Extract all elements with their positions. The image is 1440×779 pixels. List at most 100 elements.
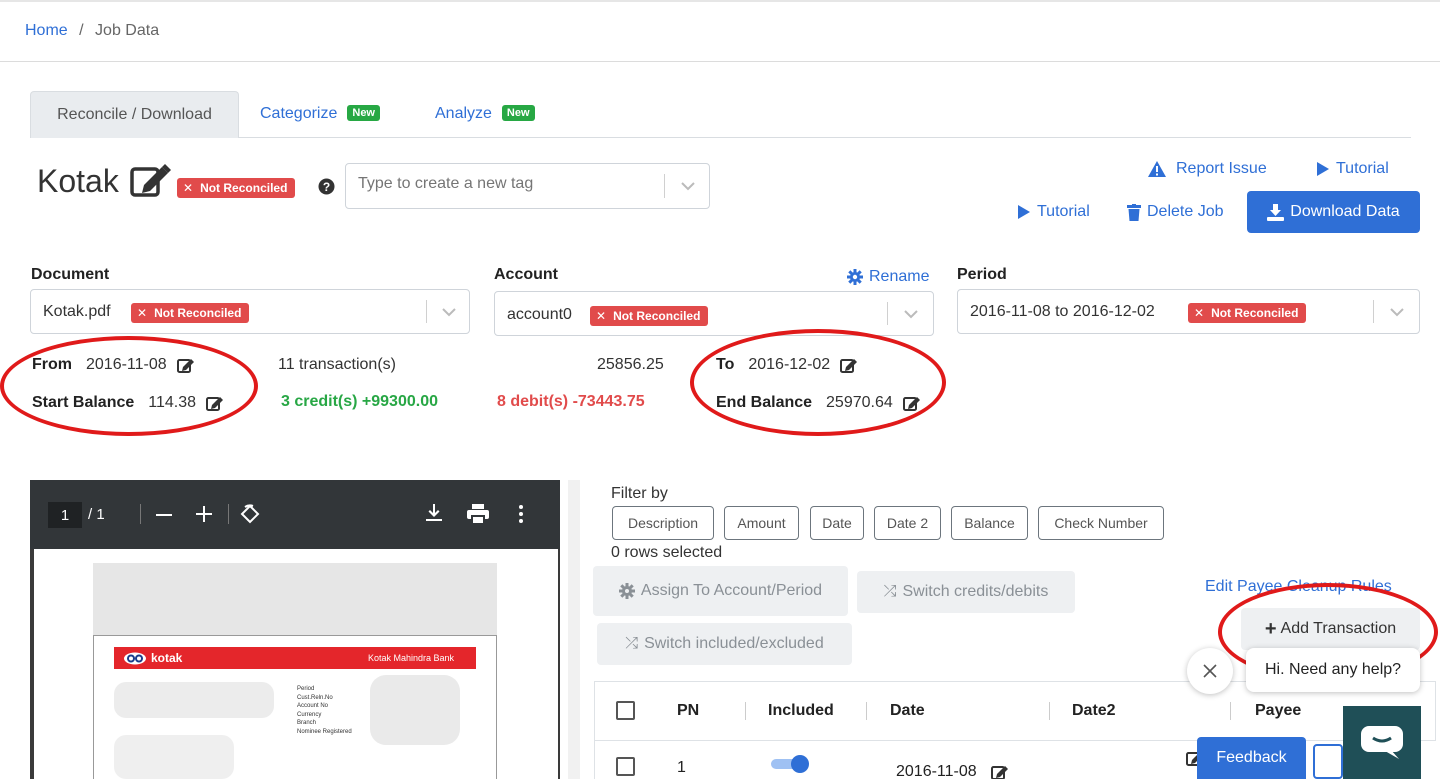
column-separator [1230, 702, 1231, 720]
x-icon: ✕ [137, 306, 148, 320]
toolbar-divider [140, 504, 141, 524]
tutorial-link[interactable]: Tutorial [1017, 203, 1090, 221]
bank-name: Kotak Mahindra Bank [368, 653, 455, 663]
filter-date2-button[interactable]: Date 2 [874, 506, 941, 540]
report-issue-link[interactable]: Report Issue [1147, 160, 1267, 178]
document-status-badge: ✕ Not Reconciled [131, 303, 250, 323]
job-title: Kotak [37, 163, 119, 199]
account-status-badge: ✕ Not Reconciled [590, 306, 709, 326]
payee-action-button[interactable] [1313, 744, 1343, 779]
zoom-in-icon[interactable] [196, 506, 212, 522]
select-separator [426, 300, 427, 323]
delete-job-link[interactable]: Delete Job [1127, 203, 1224, 221]
rename-account-link[interactable]: Rename [847, 268, 929, 286]
kotak-logo: kotak [123, 651, 182, 665]
column-date2[interactable]: Date2 [1072, 702, 1116, 720]
filter-label: Filter by [611, 485, 668, 502]
column-separator [866, 702, 867, 720]
filter-description-button[interactable]: Description [612, 506, 714, 540]
account-label: Account [494, 266, 558, 283]
tag-select[interactable] [345, 163, 710, 209]
breadcrumb: Home / Job Data [25, 22, 159, 40]
zoom-out-icon[interactable] [156, 514, 172, 516]
blurred-text [114, 682, 274, 718]
assign-account-period-button[interactable]: Assign To Account/Period [593, 566, 848, 616]
row-pn: 1 [677, 759, 686, 776]
download-icon[interactable] [426, 504, 442, 522]
close-icon [1203, 664, 1217, 678]
warning-icon [1148, 161, 1166, 177]
statement-meta: Period Cust.Reln.No Account No Currency … [297, 686, 352, 735]
annotation-circle-start [0, 336, 258, 436]
tab-divider [239, 137, 1411, 138]
tab-label: Reconcile / Download [57, 106, 212, 123]
tutorial-link-top[interactable]: Tutorial [1316, 160, 1389, 178]
trash-icon [1127, 203, 1141, 221]
gear-icon [618, 583, 635, 599]
new-badge: New [501, 105, 535, 121]
breadcrumb-current: Job Data [95, 22, 160, 39]
row-checkbox[interactable] [616, 757, 635, 776]
play-icon [1317, 162, 1329, 176]
help-message-bubble[interactable]: Hi. Need any help? [1246, 648, 1420, 692]
column-date[interactable]: Date [890, 702, 925, 720]
edit-title-icon[interactable] [130, 163, 172, 199]
x-icon: ✕ [1194, 306, 1205, 320]
account-value: account0 [507, 306, 572, 323]
breadcrumb-home[interactable]: Home [25, 22, 68, 39]
help-question-icon[interactable]: ? [318, 178, 335, 195]
chevron-down-icon[interactable] [903, 309, 919, 319]
chevron-down-icon[interactable] [441, 307, 457, 317]
shuffle-icon: ⤮ [625, 635, 639, 652]
column-pn[interactable]: PN [677, 702, 699, 720]
close-help-button[interactable] [1187, 648, 1233, 694]
filter-check-number-button[interactable]: Check Number [1038, 506, 1164, 540]
pane-splitter[interactable] [568, 480, 580, 779]
chat-launcher-button[interactable] [1343, 706, 1421, 779]
period-status-badge: ✕ Not Reconciled [1188, 303, 1307, 323]
tab-analyze[interactable]: Analyze New [435, 105, 535, 123]
download-icon [1267, 203, 1285, 221]
more-options-icon[interactable] [519, 505, 523, 523]
tab-label: Analyze [435, 105, 492, 122]
svg-text:?: ? [323, 180, 330, 194]
document-select[interactable]: Kotak.pdf ✕ Not Reconciled [30, 289, 470, 334]
transaction-count: 11 transaction(s) [278, 356, 396, 373]
period-select[interactable]: 2016-11-08 to 2016-12-02 ✕ Not Reconciled [957, 289, 1420, 334]
credits-summary: 3 credit(s) +99300.00 [281, 393, 438, 410]
tab-categorize[interactable]: Categorize New [260, 105, 380, 123]
chevron-down-icon[interactable] [680, 181, 696, 191]
feedback-button[interactable]: Feedback [1197, 737, 1306, 779]
select-separator [887, 302, 888, 325]
top-border [0, 0, 1440, 2]
filter-amount-button[interactable]: Amount [724, 506, 799, 540]
toolbar-divider [228, 504, 229, 524]
switch-credits-debits-button[interactable]: ⤮ Switch credits/debits [857, 571, 1075, 613]
debits-summary: 8 debit(s) -73443.75 [497, 393, 645, 410]
switch-included-excluded-button[interactable]: ⤮ Switch included/excluded [597, 623, 852, 665]
edit-icon[interactable] [990, 764, 1009, 779]
table-row [594, 741, 1436, 779]
select-separator [1373, 300, 1374, 323]
breadcrumb-divider [0, 61, 1440, 62]
rotate-icon[interactable] [239, 503, 261, 525]
annotation-circle-end [690, 329, 946, 436]
kotak-logo-icon [124, 652, 146, 664]
shuffle-icon: ⤮ [883, 583, 897, 600]
filter-date-button[interactable]: Date [810, 506, 864, 540]
row-date: 2016-11-08 [896, 763, 1009, 779]
x-icon: ✕ [596, 309, 607, 323]
tag-input[interactable] [358, 175, 658, 193]
column-included[interactable]: Included [768, 702, 834, 720]
pdf-page-input[interactable]: 1 [48, 502, 82, 528]
tab-reconcile-download[interactable]: Reconcile / Download [30, 91, 239, 138]
select-all-checkbox[interactable] [616, 701, 635, 720]
included-toggle[interactable] [771, 755, 811, 773]
column-payee[interactable]: Payee [1255, 702, 1301, 720]
print-icon[interactable] [467, 504, 489, 524]
filter-balance-button[interactable]: Balance [951, 506, 1028, 540]
breadcrumb-separator: / [79, 22, 84, 39]
chevron-down-icon[interactable] [1389, 307, 1405, 317]
download-data-button[interactable]: Download Data [1247, 191, 1420, 233]
account-select[interactable]: account0 ✕ Not Reconciled [494, 291, 934, 336]
